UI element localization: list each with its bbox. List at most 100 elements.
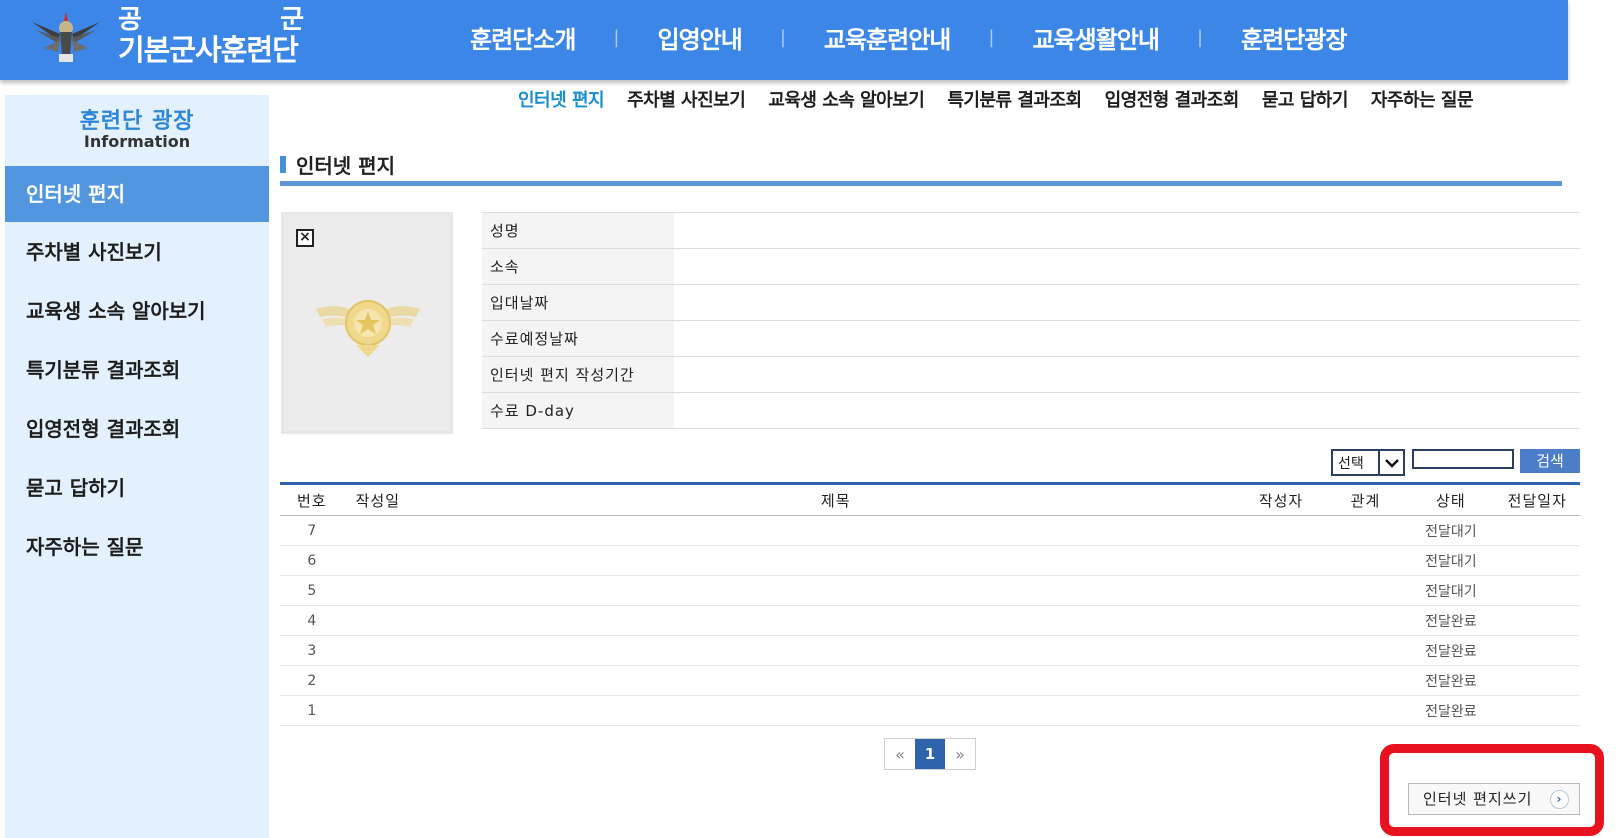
pagination-page-1[interactable]: 1 bbox=[915, 739, 945, 769]
table-row[interactable]: 6 전달대기 bbox=[280, 545, 1580, 576]
info-label-enlist-date: 입대날짜 bbox=[482, 284, 674, 321]
chevron-right-icon: › bbox=[1550, 790, 1569, 809]
row-status: 전달대기 bbox=[1407, 545, 1495, 576]
info-label-name: 성명 bbox=[482, 212, 674, 249]
row-status: 전달완료 bbox=[1407, 605, 1495, 636]
subnav-item-internet-letter[interactable]: 인터넷 편지 bbox=[518, 86, 605, 112]
info-label-dday: 수료 D-day bbox=[482, 392, 674, 429]
subnav-item-faq[interactable]: 자주하는 질문 bbox=[1371, 86, 1474, 112]
logo-char-left: 공 bbox=[118, 5, 142, 35]
table-row[interactable]: 5 전달대기 bbox=[280, 575, 1580, 606]
table-row[interactable]: 2 전달완료 bbox=[280, 665, 1580, 696]
row-status: 전달대기 bbox=[1407, 515, 1495, 546]
table-row[interactable]: 4 전달완료 bbox=[280, 605, 1580, 636]
row-number: 5 bbox=[280, 575, 344, 606]
col-header-writer: 작성자 bbox=[1238, 483, 1324, 516]
col-header-relation: 관계 bbox=[1323, 483, 1408, 516]
col-header-subject: 제목 bbox=[433, 483, 1239, 516]
pagination-next-button[interactable]: » bbox=[945, 739, 975, 769]
gnb-item-intro[interactable]: 훈련단소개 bbox=[470, 20, 576, 55]
subnav-item-weekly-photos[interactable]: 주차별 사진보기 bbox=[627, 86, 746, 112]
row-status: 전달대기 bbox=[1407, 575, 1495, 606]
sidebar-item-specialty-result[interactable]: 특기분류 결과조회 bbox=[5, 343, 269, 402]
info-value bbox=[674, 392, 1580, 429]
info-label-unit: 소속 bbox=[482, 248, 674, 285]
info-value bbox=[674, 248, 1580, 285]
table-row[interactable]: 7 전달대기 bbox=[280, 515, 1580, 546]
search-type-select[interactable]: 선택 bbox=[1331, 449, 1405, 476]
info-row: 입대날짜 bbox=[482, 284, 1580, 321]
air-force-eagle-logo-icon[interactable] bbox=[30, 8, 102, 66]
info-value bbox=[674, 320, 1580, 357]
info-row: 인터넷 편지 작성기간 bbox=[482, 356, 1580, 393]
search-input[interactable] bbox=[1412, 449, 1514, 469]
subnav-item-trainee-unit[interactable]: 교육생 소속 알아보기 bbox=[768, 86, 925, 112]
chevron-down-icon[interactable] bbox=[1378, 451, 1403, 474]
row-number: 7 bbox=[280, 515, 344, 546]
gnb-separator: | bbox=[988, 27, 995, 48]
info-row: 수료 D-day bbox=[482, 392, 1580, 429]
sidebar-item-faq[interactable]: 자주하는 질문 bbox=[5, 520, 269, 579]
gnb-item-training[interactable]: 교육훈련안내 bbox=[824, 20, 951, 55]
title-divider bbox=[280, 181, 1562, 186]
air-force-emblem-icon bbox=[316, 300, 420, 357]
page-title: 인터넷 편지 bbox=[280, 150, 395, 179]
logo-text-line2[interactable]: 기본군사훈련단 bbox=[118, 34, 299, 66]
col-header-delivery-date: 전달일자 bbox=[1494, 483, 1580, 516]
trainee-photo: × bbox=[281, 212, 453, 434]
sidebar-item-trainee-unit[interactable]: 교육생 소속 알아보기 bbox=[5, 284, 269, 343]
gnb-item-life[interactable]: 교육생활안내 bbox=[1032, 20, 1159, 55]
main-navigation: 훈련단소개 | 입영안내 | 교육훈련안내 | 교육생활안내 | 훈련단광장 bbox=[470, 20, 1347, 55]
sidebar-item-qna[interactable]: 묻고 답하기 bbox=[5, 461, 269, 520]
info-value bbox=[674, 284, 1580, 321]
col-header-number: 번호 bbox=[280, 483, 344, 516]
write-letter-label: 인터넷 편지쓰기 bbox=[1423, 790, 1533, 808]
row-number: 2 bbox=[280, 665, 344, 696]
row-number: 3 bbox=[280, 635, 344, 666]
sidebar-item-enlistment-result[interactable]: 입영전형 결과조회 bbox=[5, 402, 269, 461]
trainee-info-table: 성명 소속 입대날짜 수료예정날짜 인터넷 편지 작성기간 수료 D-day bbox=[482, 212, 1580, 429]
logo-text-line1: 공 군 bbox=[118, 6, 304, 34]
info-label-letter-period: 인터넷 편지 작성기간 bbox=[482, 356, 674, 393]
info-label-graduation-date: 수료예정날짜 bbox=[482, 320, 674, 357]
table-row[interactable]: 1 전달완료 bbox=[280, 695, 1580, 726]
info-value bbox=[674, 212, 1580, 249]
broken-image-icon: × bbox=[296, 229, 314, 247]
search-button[interactable]: 검색 bbox=[1520, 449, 1580, 473]
row-status: 전달완료 bbox=[1407, 695, 1495, 726]
subnav-item-enlistment-result[interactable]: 입영전형 결과조회 bbox=[1105, 86, 1240, 112]
sub-navigation: 인터넷 편지 주차별 사진보기 교육생 소속 알아보기 특기분류 결과조회 입영… bbox=[518, 86, 1496, 112]
table-row[interactable]: 3 전달완료 bbox=[280, 635, 1580, 666]
row-number: 1 bbox=[280, 695, 344, 726]
subnav-item-specialty-result[interactable]: 특기분류 결과조회 bbox=[947, 86, 1082, 112]
sidebar-menu: 인터넷 편지 주차별 사진보기 교육생 소속 알아보기 특기분류 결과조회 입영… bbox=[5, 166, 269, 579]
table-header-row: 번호 작성일 제목 작성자 관계 상태 전달일자 bbox=[280, 483, 1580, 516]
sidebar: 훈련단 광장 Information 인터넷 편지 주차별 사진보기 교육생 소… bbox=[5, 95, 269, 838]
info-value bbox=[674, 356, 1580, 393]
row-number: 6 bbox=[280, 545, 344, 576]
subnav-item-qna[interactable]: 묻고 답하기 bbox=[1262, 86, 1349, 112]
row-status: 전달완료 bbox=[1407, 665, 1495, 696]
row-status: 전달완료 bbox=[1407, 635, 1495, 666]
col-header-date: 작성일 bbox=[343, 483, 434, 516]
search-type-value: 선택 bbox=[1338, 456, 1364, 472]
write-letter-button[interactable]: 인터넷 편지쓰기 › bbox=[1408, 783, 1580, 815]
letters-table: 번호 작성일 제목 작성자 관계 상태 전달일자 7 전달대기 6 전달대기 5… bbox=[280, 482, 1580, 726]
col-header-status: 상태 bbox=[1407, 483, 1495, 516]
gnb-separator: | bbox=[779, 27, 786, 48]
sidebar-item-internet-letter[interactable]: 인터넷 편지 bbox=[5, 166, 269, 222]
info-row: 소속 bbox=[482, 248, 1580, 285]
gnb-separator: | bbox=[1196, 27, 1204, 48]
row-number: 4 bbox=[280, 605, 344, 636]
gnb-separator: | bbox=[613, 27, 620, 48]
info-row: 성명 bbox=[482, 212, 1580, 249]
pagination-prev-button[interactable]: « bbox=[885, 739, 915, 769]
sidebar-title: 훈련단 광장 bbox=[79, 109, 195, 134]
logo-char-right: 군 bbox=[280, 5, 304, 35]
gnb-item-enlistment[interactable]: 입영안내 bbox=[657, 20, 742, 55]
info-row: 수료예정날짜 bbox=[482, 320, 1580, 357]
sidebar-item-weekly-photos[interactable]: 주차별 사진보기 bbox=[5, 225, 269, 284]
site-header: 공 군 기본군사훈련단 훈련단소개 | 입영안내 | 교육훈련안내 | 교육생활… bbox=[0, 0, 1568, 80]
sidebar-subtitle: Information bbox=[83, 132, 191, 151]
gnb-item-plaza[interactable]: 훈련단광장 bbox=[1241, 20, 1347, 55]
